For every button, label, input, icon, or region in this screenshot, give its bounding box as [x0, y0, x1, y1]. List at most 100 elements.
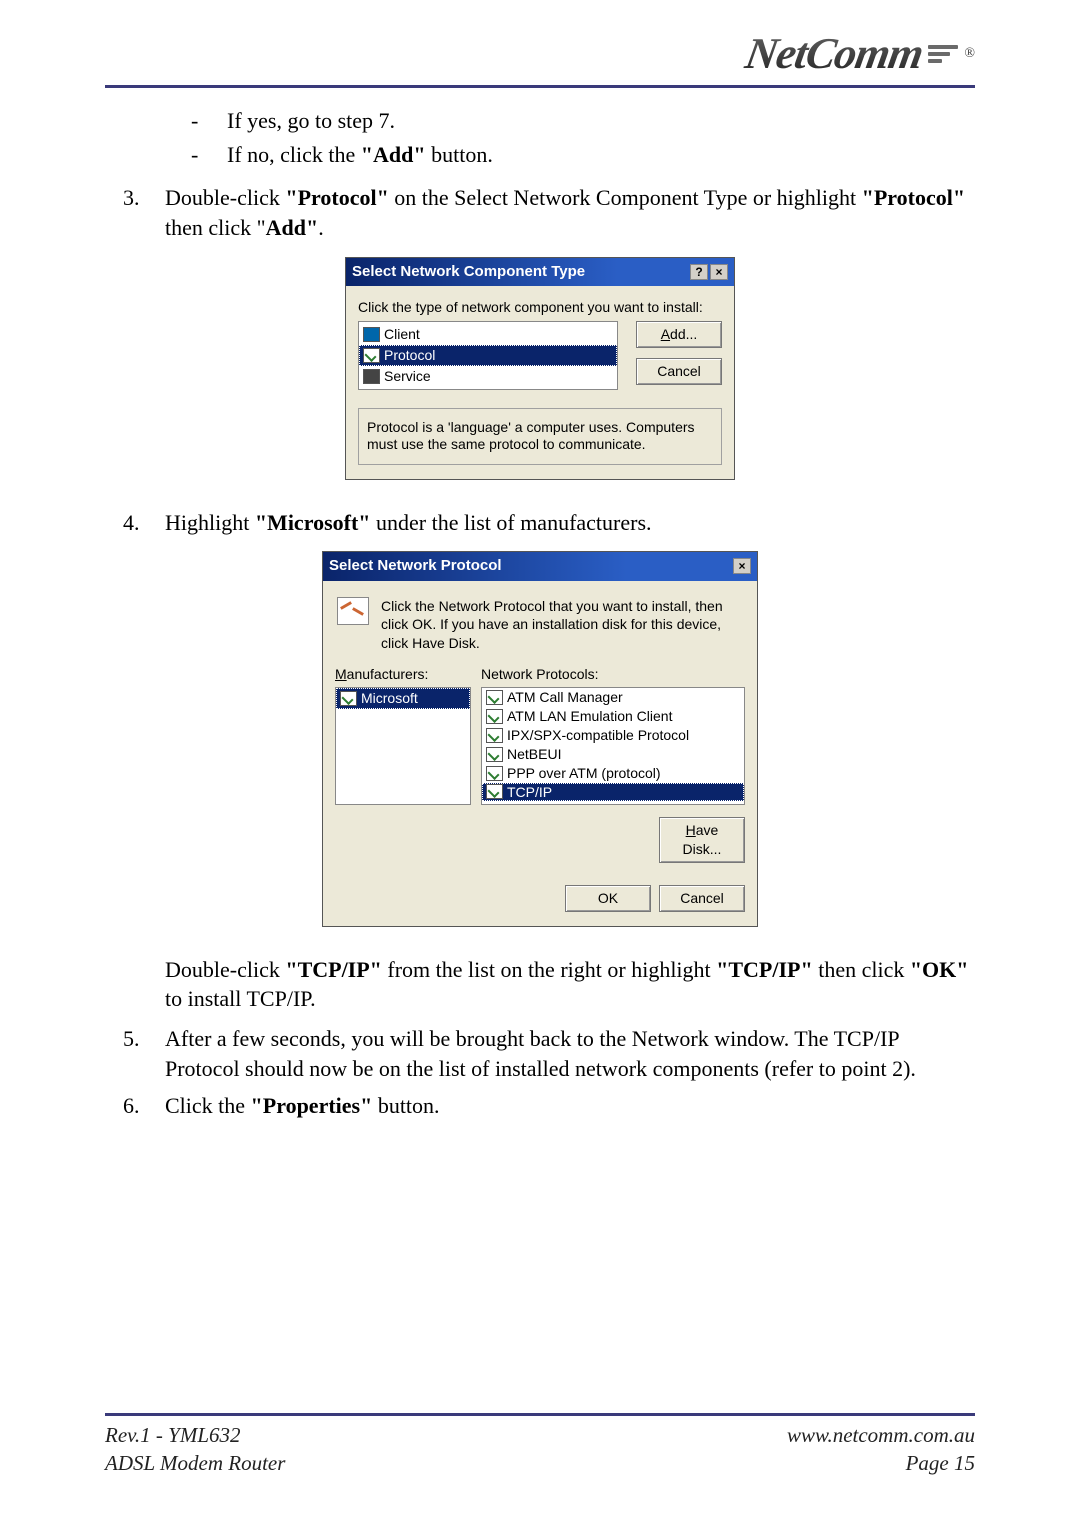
- bold-protocol2: "Protocol": [862, 185, 965, 210]
- step-4-continued: Double-click "TCP/IP" from the list on t…: [105, 955, 975, 1014]
- bold-add: "Add": [361, 142, 426, 167]
- text-fragment: Double-click: [165, 957, 285, 982]
- step-4: 4. Highlight "Microsoft" under the list …: [105, 508, 975, 538]
- step-number: 4.: [123, 508, 151, 538]
- list-item[interactable]: PPP over ATM (protocol): [482, 764, 744, 783]
- dialog-title-text: Select Network Component Type: [352, 262, 585, 282]
- footer-product: ADSL Modem Router: [105, 1450, 285, 1477]
- step-number: 3.: [123, 183, 151, 242]
- bold-protocol: "Protocol": [285, 185, 388, 210]
- proto-icon: [486, 766, 503, 781]
- ok-button[interactable]: OK: [565, 885, 651, 912]
- bold-microsoft: "Microsoft": [255, 510, 371, 535]
- bold-add2: Add": [266, 215, 319, 240]
- list-item[interactable]: NetBEUI: [482, 745, 744, 764]
- registered-mark: ®: [964, 46, 975, 62]
- have-disk-button[interactable]: Have Disk...: [659, 817, 745, 863]
- text-fragment: from the list on the right or highlight: [382, 957, 716, 982]
- dialog-title-text: Select Network Protocol: [329, 556, 502, 576]
- add-button[interactable]: Add...: [636, 321, 722, 348]
- text-fragment: button.: [426, 142, 493, 167]
- list-item-protocol[interactable]: Protocol: [359, 345, 617, 366]
- footer-page: Page 15: [787, 1450, 975, 1477]
- footer-right: www.netcomm.com.au Page 15: [787, 1422, 975, 1477]
- step-5: 5. After a few seconds, you will be brou…: [105, 1024, 975, 1083]
- list-item-client[interactable]: Client: [359, 324, 617, 345]
- network-protocol-icon: [337, 597, 369, 625]
- step-6: 6. Click the "Properties" button.: [105, 1091, 975, 1121]
- proto-icon: [486, 784, 503, 799]
- bold-tcpip: "TCP/IP": [285, 957, 382, 982]
- list-label: PPP over ATM (protocol): [507, 764, 661, 783]
- list-label: Protocol: [384, 346, 435, 365]
- list-item[interactable]: ATM LAN Emulation Client: [482, 707, 744, 726]
- dialog-titlebar[interactable]: Select Network Component Type ? ×: [346, 258, 734, 286]
- proto-icon: [486, 747, 503, 762]
- text-fragment: Double-click: [165, 185, 285, 210]
- bullet-if-yes: If yes, go to step 7.: [191, 106, 975, 136]
- list-label: Client: [384, 325, 420, 344]
- dialog-description: Click the Network Protocol that you want…: [381, 597, 743, 654]
- footer-left: Rev.1 - YML632 ADSL Modem Router: [105, 1422, 285, 1477]
- help-button[interactable]: ?: [690, 264, 708, 280]
- sub-bullet-list: If yes, go to step 7. If no, click the "…: [105, 102, 975, 183]
- text-fragment: button.: [372, 1093, 439, 1118]
- text-fragment: on the Select Network Component Type or …: [389, 185, 862, 210]
- cancel-button[interactable]: Cancel: [636, 358, 722, 385]
- dialog-prompt: Click the type of network component you …: [358, 298, 722, 317]
- text-fragment: .: [318, 215, 324, 240]
- step-number: 6.: [123, 1091, 151, 1121]
- list-label: Microsoft: [361, 689, 418, 708]
- proto-icon: [486, 709, 503, 724]
- close-button[interactable]: ×: [733, 558, 751, 574]
- service-icon: [363, 369, 380, 384]
- list-label: ATM LAN Emulation Client: [507, 707, 672, 726]
- bullet-if-no: If no, click the "Add" button.: [191, 140, 975, 170]
- manufacturers-listbox[interactable]: Microsoft: [335, 687, 471, 805]
- list-label: Service: [384, 367, 431, 386]
- list-item[interactable]: IPX/SPX-compatible Protocol: [482, 726, 744, 745]
- dialog-titlebar[interactable]: Select Network Protocol ×: [323, 552, 757, 580]
- logo-decoration: [928, 45, 958, 63]
- text-fragment: Click the: [165, 1093, 251, 1118]
- close-button[interactable]: ×: [710, 264, 728, 280]
- dialog-description: Protocol is a 'language' a computer uses…: [358, 408, 722, 465]
- manufacturers-label: Manufacturers:: [335, 665, 471, 684]
- list-item-tcpip[interactable]: TCP/IP: [482, 783, 744, 802]
- list-item[interactable]: ATM Call Manager: [482, 688, 744, 707]
- logo-row: NetComm ®: [105, 28, 975, 79]
- text-fragment: under the list of manufacturers.: [371, 510, 652, 535]
- text-fragment: then click ": [165, 215, 266, 240]
- text-fragment: to install TCP/IP.: [165, 986, 316, 1011]
- component-type-listbox[interactable]: Client Protocol Service: [358, 321, 618, 390]
- network-protocols-label: Network Protocols:: [481, 665, 745, 684]
- list-item-microsoft[interactable]: Microsoft: [336, 688, 470, 709]
- protocols-listbox[interactable]: ATM Call Manager ATM LAN Emulation Clien…: [481, 687, 745, 805]
- text-fragment: then click: [813, 957, 910, 982]
- footer-rev: Rev.1 - YML632: [105, 1422, 285, 1449]
- list-item-service[interactable]: Service: [359, 366, 617, 387]
- step-text: Highlight "Microsoft" under the list of …: [165, 508, 975, 538]
- cancel-button[interactable]: Cancel: [659, 885, 745, 912]
- footer-rule: [105, 1413, 975, 1416]
- list-label: NetBEUI: [507, 745, 561, 764]
- list-label: TCP/IP: [507, 783, 552, 802]
- header-rule: [105, 85, 975, 88]
- list-label: IPX/SPX-compatible Protocol: [507, 726, 689, 745]
- text-fragment: Highlight: [165, 510, 255, 535]
- text-fragment: If no, click the: [227, 142, 361, 167]
- protocol-icon: [363, 348, 380, 363]
- page-footer: Rev.1 - YML632 ADSL Modem Router www.net…: [105, 1413, 975, 1477]
- list-label: ATM Call Manager: [507, 688, 623, 707]
- step-text: Click the "Properties" button.: [165, 1091, 975, 1121]
- step-number: 5.: [123, 1024, 151, 1083]
- step-text: After a few seconds, you will be brought…: [165, 1024, 975, 1083]
- bold-tcpip2: "TCP/IP": [716, 957, 813, 982]
- step-text: Double-click "Protocol" on the Select Ne…: [165, 183, 975, 242]
- bold-properties: "Properties": [251, 1093, 373, 1118]
- brand-logo: NetComm: [742, 28, 927, 79]
- client-icon: [363, 327, 380, 342]
- proto-icon: [486, 728, 503, 743]
- footer-url: www.netcomm.com.au: [787, 1422, 975, 1449]
- step-3: 3. Double-click "Protocol" on the Select…: [105, 183, 975, 242]
